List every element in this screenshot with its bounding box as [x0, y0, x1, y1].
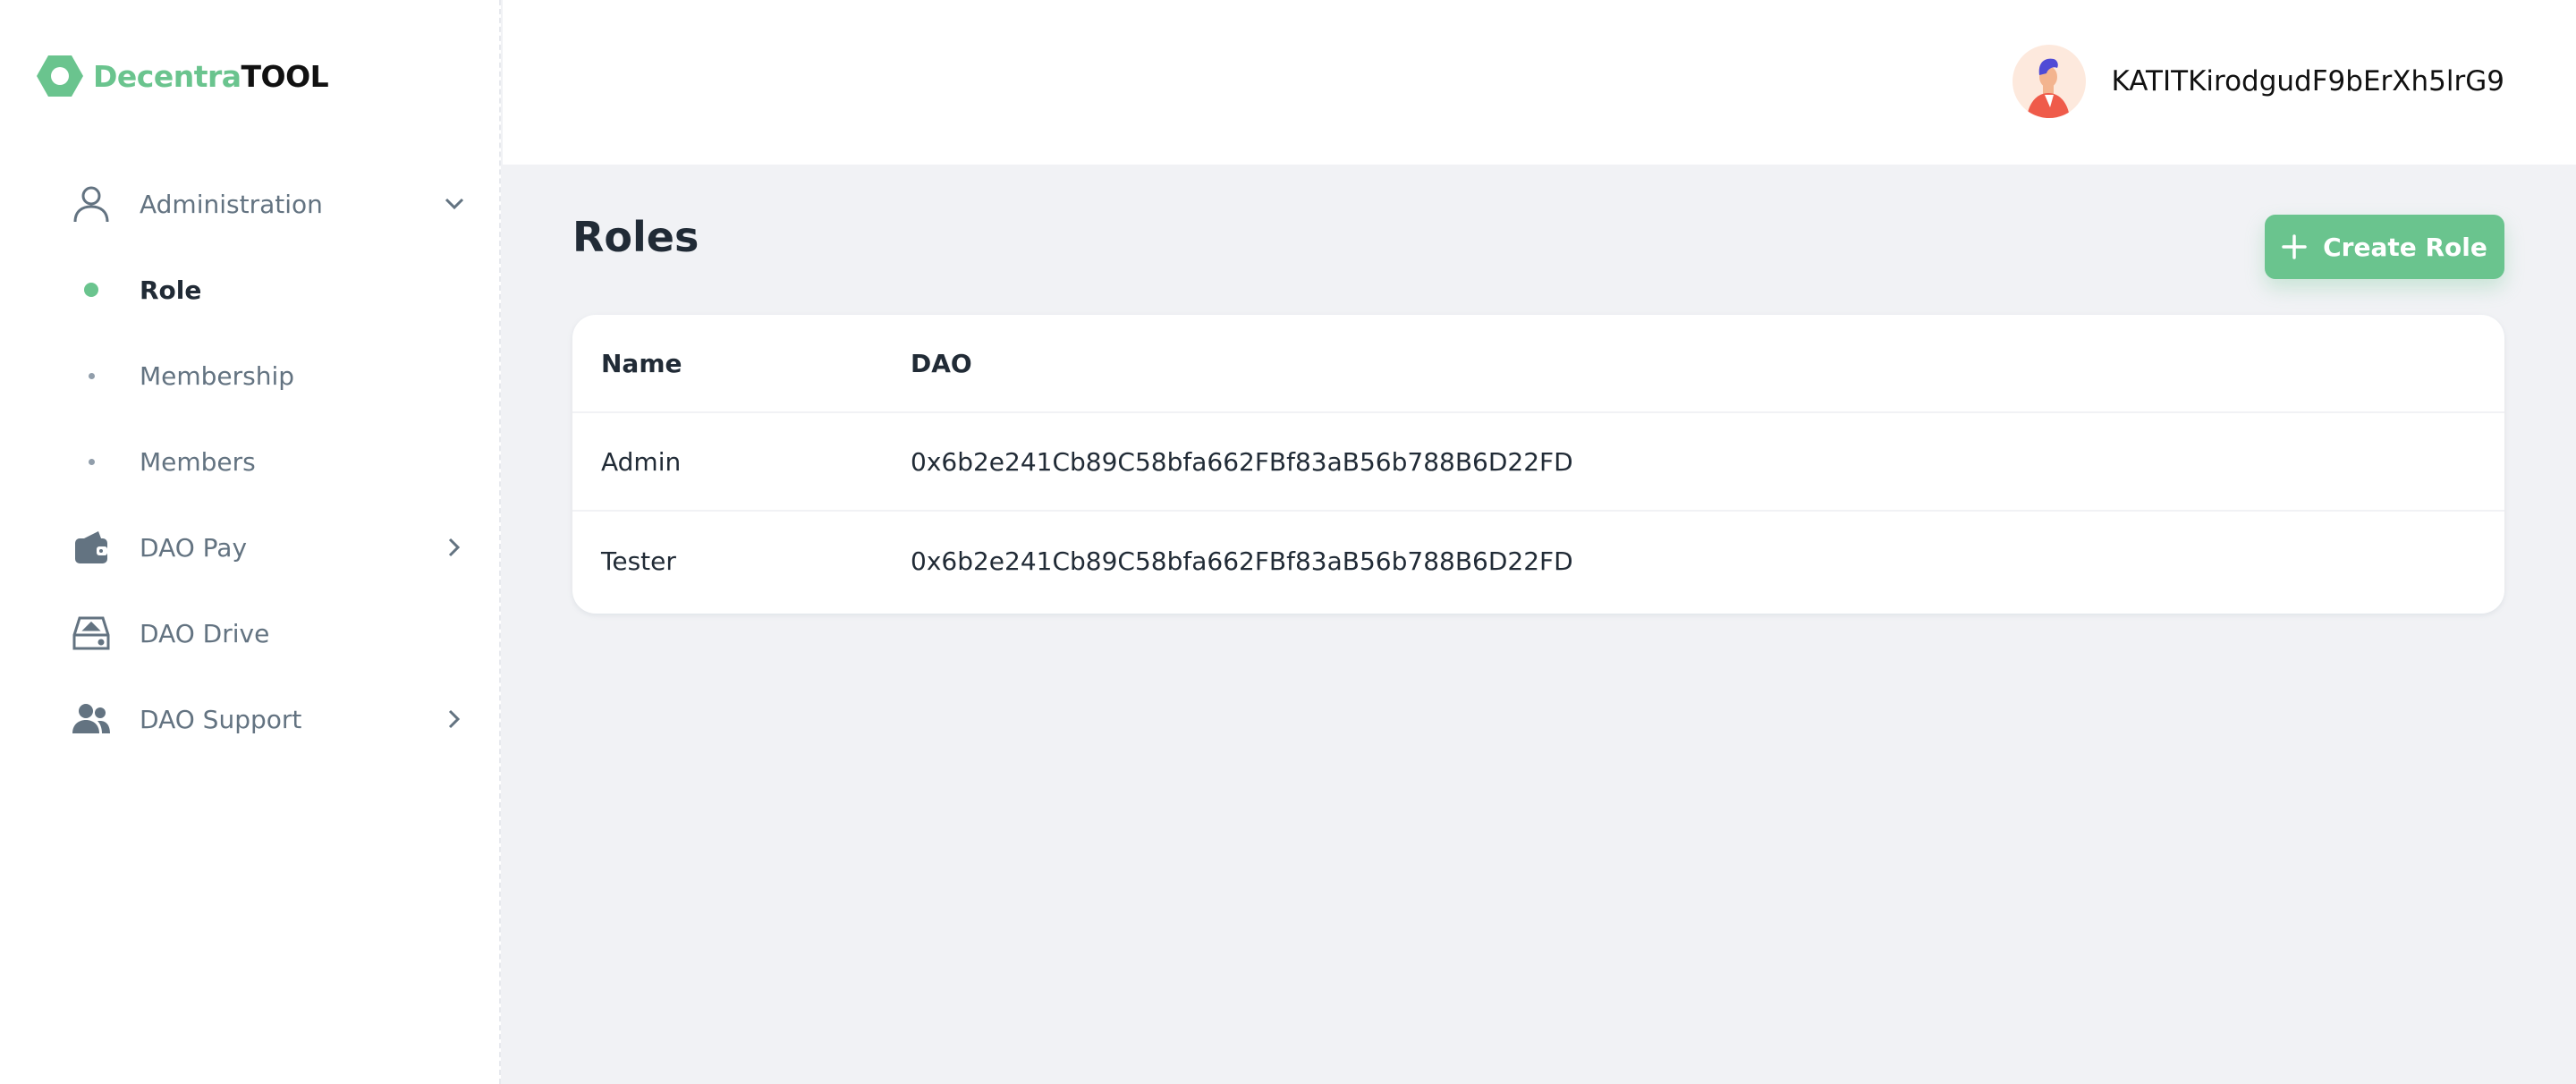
column-header-dao[interactable]: DAO — [911, 349, 972, 378]
roles-table: Name DAO Admin 0x6b2e241Cb89C58bfa662FBf… — [572, 315, 2504, 614]
chevron-right-icon[interactable] — [438, 703, 470, 735]
sidebar-item-label: Members — [140, 446, 256, 477]
page-title: Roles — [572, 213, 699, 261]
account-menu[interactable]: KATITKirodgudF9bErXh5lrG9 — [2012, 45, 2504, 118]
avatar[interactable] — [2012, 45, 2087, 118]
sidebar-item-members[interactable]: Members — [50, 419, 470, 504]
table-header: Name DAO — [572, 315, 2504, 413]
create-role-button[interactable]: Create Role — [2265, 215, 2504, 279]
table-row[interactable]: Admin 0x6b2e241Cb89C58bfa662FBf83aB56b78… — [572, 413, 2504, 512]
cell-dao-address: 0x6b2e241Cb89C58bfa662FBf83aB56b788B6D22… — [911, 546, 1573, 576]
sidebar-item-label: DAO Support — [140, 704, 302, 734]
sidebar-item-role[interactable]: Role — [50, 247, 470, 333]
cell-dao-address: 0x6b2e241Cb89C58bfa662FBf83aB56b788B6D22… — [911, 446, 1573, 477]
chevron-right-icon[interactable] — [438, 531, 470, 563]
create-role-label: Create Role — [2323, 232, 2487, 262]
active-dot-icon — [84, 283, 98, 297]
sidebar-nav: Administration Role Membership Members D… — [50, 161, 470, 762]
dot-icon — [88, 458, 95, 465]
sidebar-item-dao-drive[interactable]: DAO Drive — [50, 590, 470, 676]
table-row[interactable]: Tester 0x6b2e241Cb89C58bfa662FBf83aB56b7… — [572, 512, 2504, 610]
users-icon — [72, 699, 111, 739]
cell-role-name: Tester — [601, 546, 676, 576]
chevron-down-icon[interactable] — [438, 188, 470, 220]
user-icon — [72, 184, 111, 224]
sidebar-item-label: DAO Drive — [140, 618, 270, 648]
wallet-icon — [72, 528, 111, 567]
top-header: KATITKirodgudF9bErXh5lrG9 — [503, 0, 2576, 165]
logo[interactable]: DecentraTOOL — [36, 54, 329, 98]
sidebar-item-label: Role — [140, 275, 202, 305]
sidebar-item-label: DAO Pay — [140, 532, 248, 563]
logo-text: DecentraTOOL — [93, 58, 329, 94]
sidebar-item-label: Membership — [140, 360, 295, 391]
username: KATITKirodgudF9bErXh5lrG9 — [2111, 65, 2504, 97]
sidebar-item-dao-support[interactable]: DAO Support — [50, 676, 470, 762]
sidebar: DecentraTOOL Administration Role Members… — [0, 0, 501, 1084]
sidebar-item-membership[interactable]: Membership — [50, 333, 470, 419]
sidebar-item-dao-pay[interactable]: DAO Pay — [50, 504, 470, 590]
logo-hexagon-icon — [37, 55, 83, 97]
dot-icon — [88, 372, 95, 379]
plus-icon — [2282, 234, 2307, 259]
sidebar-item-label: Administration — [140, 189, 323, 219]
drive-icon — [72, 614, 111, 653]
sidebar-item-administration[interactable]: Administration — [50, 161, 470, 247]
column-header-name[interactable]: Name — [601, 349, 682, 378]
cell-role-name: Admin — [601, 446, 682, 477]
